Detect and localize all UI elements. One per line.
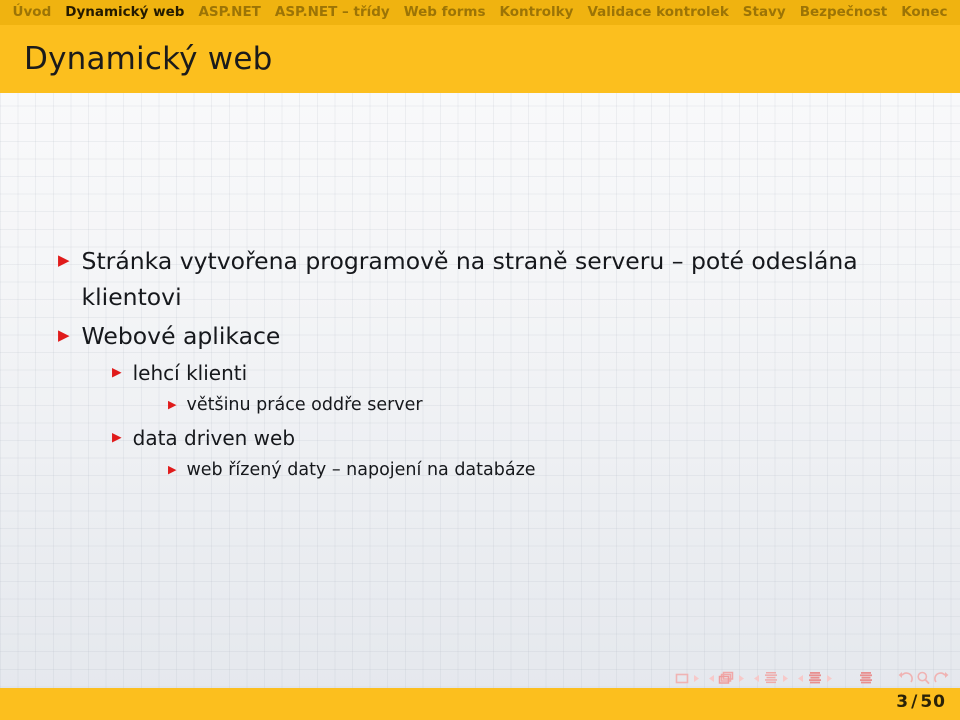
list-item-label: většinu práce oddře server [186, 395, 423, 415]
nav-item-dynamicky-web[interactable]: Dynamický web [58, 0, 191, 25]
back-icon[interactable] [898, 671, 914, 685]
list-item: ▶ Stránka vytvořena programově na straně… [0, 243, 960, 315]
forward-icon[interactable] [933, 671, 949, 685]
itemize-list: ▶ Stránka vytvořena programově na straně… [0, 243, 960, 487]
page-current: 3 [896, 692, 910, 712]
list-item: ▶ lehcí klienti [0, 357, 960, 389]
subsection-icon[interactable] [763, 671, 779, 685]
list-item-label: Stránka vytvořena programově na straně s… [81, 247, 858, 311]
section-icon[interactable] [807, 671, 823, 685]
triangle-bullet-icon: ▶ [168, 463, 177, 476]
subsection-next-icon[interactable] [781, 672, 790, 685]
slide-icon[interactable] [675, 672, 690, 685]
beamer-navigation-symbols [674, 669, 950, 687]
nav-item-uvod[interactable]: Úvod [6, 0, 59, 25]
list-item-label: Webové aplikace [81, 322, 281, 350]
frame-prev-icon[interactable] [707, 672, 716, 685]
nav-item-asp-net[interactable]: ASP.NET [191, 0, 267, 25]
page-separator: / [911, 692, 919, 712]
section-navigation-bar: Úvod Dynamický web ASP.NET ASP.NET – tří… [0, 0, 960, 25]
list-item: ▶ data driven web [0, 422, 960, 454]
page-counter: 3/50 [896, 692, 946, 712]
section-prev-icon[interactable] [796, 672, 805, 685]
triangle-bullet-icon: ▶ [58, 326, 70, 344]
nav-item-bezpecnost[interactable]: Bezpečnost [793, 0, 895, 25]
nav-item-kontrolky[interactable]: Kontrolky [493, 0, 581, 25]
nav-item-web-forms[interactable]: Web forms [397, 0, 493, 25]
nav-item-asp-net-tridy[interactable]: ASP.NET – třídy [268, 0, 397, 25]
list-item: ▶ web řízený daty – napojení na databáze [0, 456, 960, 485]
page-title: Dynamický web [24, 41, 273, 77]
list-item: ▶ Webové aplikace [0, 318, 960, 354]
list-item-label: lehcí klienti [132, 361, 248, 385]
triangle-bullet-icon: ▶ [112, 364, 122, 379]
doc-icon[interactable] [858, 671, 874, 685]
slide-canvas: Úvod Dynamický web ASP.NET ASP.NET – tří… [0, 0, 960, 720]
frame-title-bar: Dynamický web [0, 25, 960, 93]
section-next-icon[interactable] [825, 672, 834, 685]
frame-icon[interactable] [718, 671, 735, 685]
footer-bar: 3/50 [0, 688, 960, 720]
slide-next-icon[interactable] [692, 672, 701, 685]
nav-item-stavy[interactable]: Stavy [736, 0, 793, 25]
nav-item-validace-kontrolek[interactable]: Validace kontrolek [580, 0, 735, 25]
list-item-label: data driven web [132, 426, 296, 450]
slide-content: ▶ Stránka vytvořena programově na straně… [0, 93, 960, 676]
nav-item-konec[interactable]: Konec [894, 0, 954, 25]
subsection-prev-icon[interactable] [752, 672, 761, 685]
list-item-label: web řízený daty – napojení na databáze [186, 460, 536, 480]
search-icon[interactable] [916, 671, 931, 685]
triangle-bullet-icon: ▶ [168, 398, 177, 411]
frame-next-icon[interactable] [737, 672, 746, 685]
triangle-bullet-icon: ▶ [58, 251, 70, 269]
list-item: ▶ většinu práce oddře server [0, 391, 960, 420]
triangle-bullet-icon: ▶ [112, 429, 122, 444]
page-total: 50 [920, 692, 946, 712]
